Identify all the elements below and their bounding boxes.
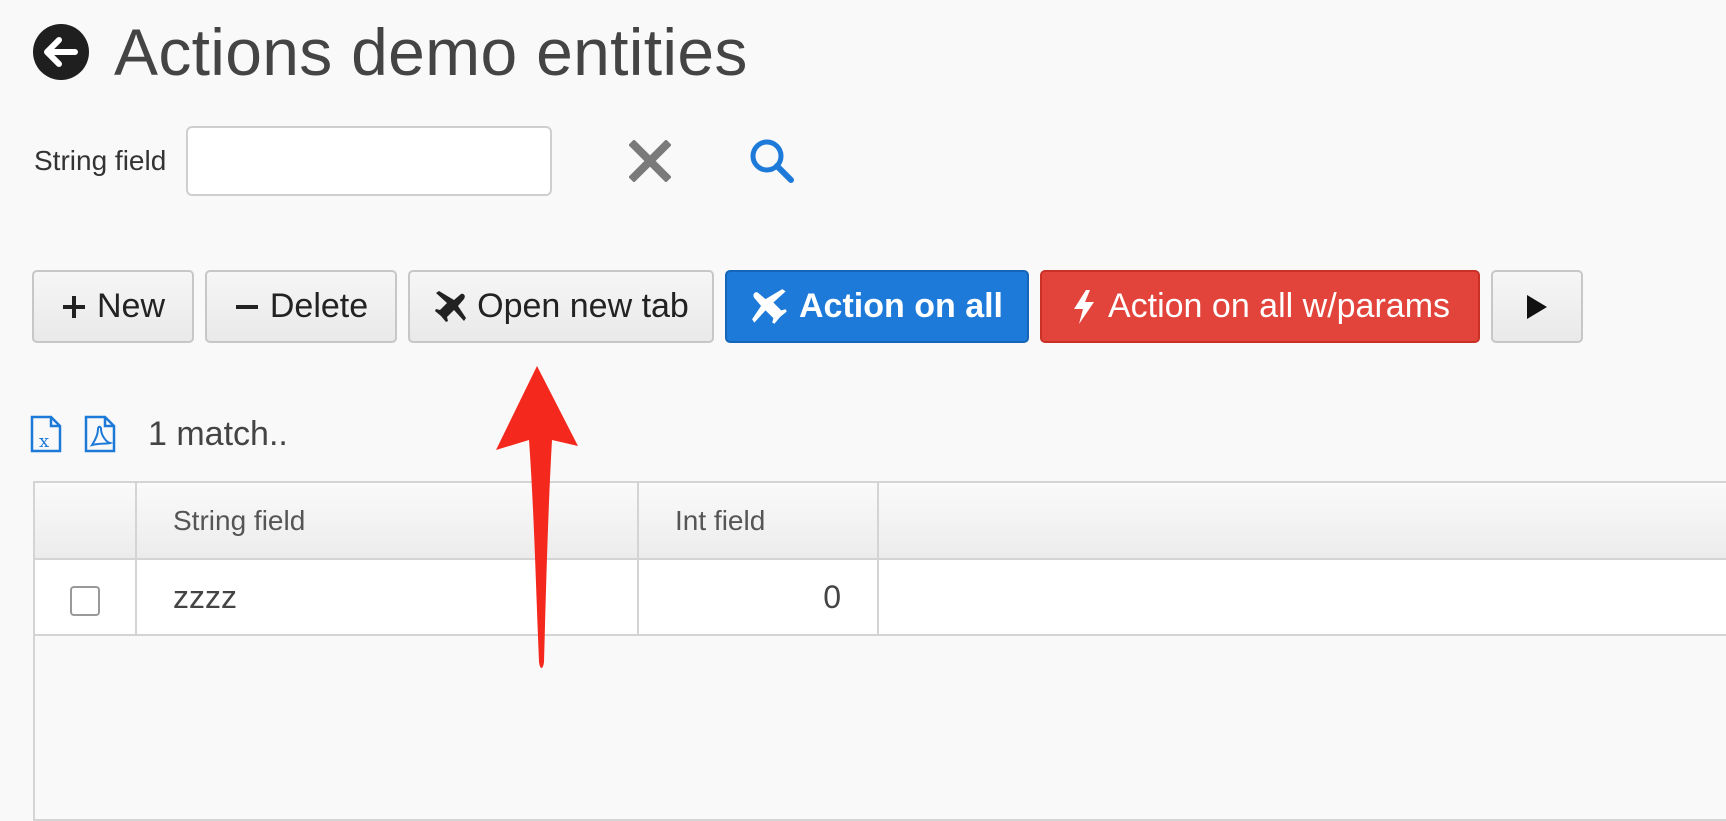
row-select-cell xyxy=(35,560,137,634)
plane-icon xyxy=(751,288,789,326)
string-field-cell: zzzz xyxy=(137,560,639,634)
svg-text:x: x xyxy=(39,431,49,452)
plane-icon xyxy=(433,290,467,324)
new-button-label: New xyxy=(96,287,166,325)
action-on-all-button-label: Action on all xyxy=(799,287,1003,325)
string-field-filter-input[interactable] xyxy=(186,126,553,196)
play-icon xyxy=(1527,294,1547,319)
string-field-filter-label: String field xyxy=(34,145,167,176)
plus-icon xyxy=(61,294,87,320)
results-summary: x 1 match.. xyxy=(30,412,288,456)
page-header: Actions demo entities xyxy=(33,12,748,92)
column-header-string-field[interactable]: String field xyxy=(137,483,639,558)
filter-row: String field xyxy=(34,124,800,198)
open-new-tab-button[interactable]: Open new tab xyxy=(408,270,714,343)
delete-button-label: Delete xyxy=(269,287,369,325)
clear-filter-button[interactable] xyxy=(622,133,678,189)
entities-grid: String field Int field zzzz 0 xyxy=(33,481,1726,821)
lightning-icon xyxy=(1070,289,1098,325)
page-title: Actions demo entities xyxy=(114,15,748,89)
search-icon xyxy=(750,139,795,183)
table-row[interactable]: zzzz 0 xyxy=(35,560,1726,636)
action-on-all-button[interactable]: Action on all xyxy=(725,270,1029,343)
more-actions-button[interactable] xyxy=(1491,270,1583,343)
close-icon xyxy=(629,140,672,182)
back-button[interactable] xyxy=(33,24,89,80)
action-toolbar: New Delete Open new tab Action on all Ac… xyxy=(32,270,1594,343)
pdf-export-icon[interactable] xyxy=(84,415,116,453)
int-field-cell: 0 xyxy=(639,560,879,634)
open-new-tab-button-label: Open new tab xyxy=(477,287,689,325)
minus-icon xyxy=(234,294,260,320)
arrow-left-icon xyxy=(44,37,78,67)
column-header-int-field[interactable]: Int field xyxy=(639,483,879,558)
action-on-all-params-button-label: Action on all w/params xyxy=(1107,287,1451,325)
excel-export-icon[interactable]: x xyxy=(30,415,62,453)
match-count: 1 match.. xyxy=(148,414,288,453)
row-select-checkbox[interactable] xyxy=(70,586,100,616)
column-header-filler xyxy=(879,483,1726,558)
action-on-all-params-button[interactable]: Action on all w/params xyxy=(1040,270,1480,343)
search-button[interactable] xyxy=(744,133,800,189)
grid-header: String field Int field xyxy=(35,483,1726,560)
filler-cell xyxy=(879,560,1726,634)
select-column-header[interactable] xyxy=(35,483,137,558)
new-button[interactable]: New xyxy=(32,270,194,343)
delete-button[interactable]: Delete xyxy=(205,270,397,343)
